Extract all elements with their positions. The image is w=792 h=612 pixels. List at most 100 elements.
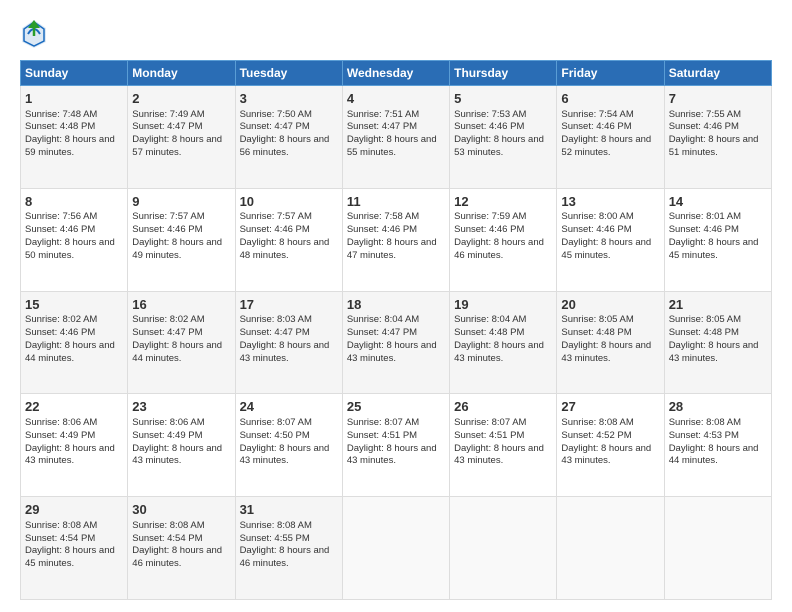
calendar-cell: 30Sunrise: 8:08 AMSunset: 4:54 PMDayligh… [128, 497, 235, 600]
sunrise-text: Sunrise: 7:57 AM [132, 211, 204, 222]
sunset-text: Sunset: 4:46 PM [240, 224, 310, 235]
sunset-text: Sunset: 4:52 PM [561, 430, 631, 441]
daylight-text: Daylight: 8 hours and 46 minutes. [454, 237, 544, 261]
sunset-text: Sunset: 4:46 PM [25, 224, 95, 235]
day-number: 10 [240, 193, 338, 211]
day-number: 5 [454, 90, 552, 108]
daylight-text: Daylight: 8 hours and 43 minutes. [561, 443, 651, 467]
day-number: 3 [240, 90, 338, 108]
daylight-text: Daylight: 8 hours and 43 minutes. [240, 340, 330, 364]
daylight-text: Daylight: 8 hours and 45 minutes. [669, 237, 759, 261]
sunset-text: Sunset: 4:46 PM [669, 121, 739, 132]
sunset-text: Sunset: 4:46 PM [454, 121, 524, 132]
daylight-text: Daylight: 8 hours and 55 minutes. [347, 134, 437, 158]
calendar-cell: 5Sunrise: 7:53 AMSunset: 4:46 PMDaylight… [450, 86, 557, 189]
sunset-text: Sunset: 4:48 PM [454, 327, 524, 338]
sunrise-text: Sunrise: 7:51 AM [347, 109, 419, 120]
calendar-table: SundayMondayTuesdayWednesdayThursdayFrid… [20, 60, 772, 600]
calendar-cell: 12Sunrise: 7:59 AMSunset: 4:46 PMDayligh… [450, 188, 557, 291]
day-number: 6 [561, 90, 659, 108]
sunset-text: Sunset: 4:47 PM [347, 121, 417, 132]
sunrise-text: Sunrise: 7:49 AM [132, 109, 204, 120]
calendar-cell: 14Sunrise: 8:01 AMSunset: 4:46 PMDayligh… [664, 188, 771, 291]
sunset-text: Sunset: 4:49 PM [132, 430, 202, 441]
daylight-text: Daylight: 8 hours and 52 minutes. [561, 134, 651, 158]
sunrise-text: Sunrise: 7:56 AM [25, 211, 97, 222]
sunrise-text: Sunrise: 7:55 AM [669, 109, 741, 120]
calendar-week-row: 8Sunrise: 7:56 AMSunset: 4:46 PMDaylight… [21, 188, 772, 291]
sunset-text: Sunset: 4:46 PM [347, 224, 417, 235]
sunset-text: Sunset: 4:49 PM [25, 430, 95, 441]
day-number: 26 [454, 398, 552, 416]
sunset-text: Sunset: 4:47 PM [132, 121, 202, 132]
day-number: 27 [561, 398, 659, 416]
calendar-cell: 6Sunrise: 7:54 AMSunset: 4:46 PM Daylight… [557, 86, 664, 189]
sunset-text: Sunset: 4:55 PM [240, 533, 310, 544]
calendar-cell [557, 497, 664, 600]
day-number: 31 [240, 501, 338, 519]
calendar-header-monday: Monday [128, 61, 235, 86]
sunset-text: Sunset: 4:47 PM [240, 121, 310, 132]
page: SundayMondayTuesdayWednesdayThursdayFrid… [0, 0, 792, 612]
calendar-cell [664, 497, 771, 600]
daylight-text: Daylight: 8 hours and 47 minutes. [347, 237, 437, 261]
calendar-cell: 23Sunrise: 8:06 AMSunset: 4:49 PMDayligh… [128, 394, 235, 497]
sunrise-text: Sunrise: 7:58 AM [347, 211, 419, 222]
sunset-text: Sunset: 4:47 PM [240, 327, 310, 338]
sunrise-text: Sunrise: 8:01 AM [669, 211, 741, 222]
day-number: 11 [347, 193, 445, 211]
sunset-text: Sunset: 4:46 PM [561, 121, 631, 132]
calendar-header-sunday: Sunday [21, 61, 128, 86]
daylight-text: Daylight: 8 hours and 48 minutes. [240, 237, 330, 261]
sunrise-text: Sunrise: 8:00 AM [561, 211, 633, 222]
daylight-text: Daylight: 8 hours and 45 minutes. [25, 545, 115, 569]
day-number: 23 [132, 398, 230, 416]
sunset-text: Sunset: 4:48 PM [561, 327, 631, 338]
daylight-text: Daylight: 8 hours and 45 minutes. [561, 237, 651, 261]
sunrise-text: Sunrise: 8:08 AM [561, 417, 633, 428]
calendar-cell: 19Sunrise: 8:04 AMSunset: 4:48 PMDayligh… [450, 291, 557, 394]
daylight-text: Daylight: 8 hours and 44 minutes. [25, 340, 115, 364]
sunset-text: Sunset: 4:51 PM [454, 430, 524, 441]
daylight-text: Daylight: 8 hours and 53 minutes. [454, 134, 544, 158]
daylight-text: Daylight: 8 hours and 43 minutes. [240, 443, 330, 467]
calendar-header-row: SundayMondayTuesdayWednesdayThursdayFrid… [21, 61, 772, 86]
calendar-cell: 25Sunrise: 8:07 AMSunset: 4:51 PMDayligh… [342, 394, 449, 497]
daylight-text: Daylight: 8 hours and 43 minutes. [561, 340, 651, 364]
sunset-text: Sunset: 4:48 PM [25, 121, 95, 132]
sunset-text: Sunset: 4:46 PM [561, 224, 631, 235]
day-number: 14 [669, 193, 767, 211]
calendar-header-friday: Friday [557, 61, 664, 86]
sunrise-text: Sunrise: 7:54 AM [561, 109, 633, 120]
calendar-cell: 2Sunrise: 7:49 AMSunset: 4:47 PMDaylight… [128, 86, 235, 189]
calendar-cell: 31Sunrise: 8:08 AMSunset: 4:55 PMDayligh… [235, 497, 342, 600]
logo-icon [20, 18, 48, 50]
day-number: 28 [669, 398, 767, 416]
daylight-text: Daylight: 8 hours and 49 minutes. [132, 237, 222, 261]
sunrise-text: Sunrise: 7:59 AM [454, 211, 526, 222]
sunrise-text: Sunrise: 8:02 AM [25, 314, 97, 325]
daylight-text: Daylight: 8 hours and 43 minutes. [454, 443, 544, 467]
calendar-week-row: 15Sunrise: 8:02 AMSunset: 4:46 PMDayligh… [21, 291, 772, 394]
calendar-cell: 7Sunrise: 7:55 AMSunset: 4:46 PMDaylight… [664, 86, 771, 189]
calendar-cell: 18Sunrise: 8:04 AMSunset: 4:47 PMDayligh… [342, 291, 449, 394]
calendar-cell: 9Sunrise: 7:57 AMSunset: 4:46 PMDaylight… [128, 188, 235, 291]
sunrise-text: Sunrise: 8:08 AM [240, 520, 312, 531]
calendar-cell: 17Sunrise: 8:03 AMSunset: 4:47 PMDayligh… [235, 291, 342, 394]
sunrise-text: Sunrise: 8:04 AM [347, 314, 419, 325]
sunrise-text: Sunrise: 8:02 AM [132, 314, 204, 325]
calendar-cell [342, 497, 449, 600]
calendar-cell: 11Sunrise: 7:58 AM Sunset: 4:46 PM Dayligh… [342, 188, 449, 291]
daylight-text: Daylight: 8 hours and 43 minutes. [132, 443, 222, 467]
sunrise-text: Sunrise: 7:57 AM [240, 211, 312, 222]
sunset-text: Sunset: 4:48 PM [669, 327, 739, 338]
calendar-header-saturday: Saturday [664, 61, 771, 86]
calendar-week-row: 22Sunrise: 8:06 AMSunset: 4:49 PMDayligh… [21, 394, 772, 497]
sunset-text: Sunset: 4:51 PM [347, 430, 417, 441]
sunrise-text: Sunrise: 8:05 AM [561, 314, 633, 325]
sunrise-text: Sunrise: 7:48 AM [25, 109, 97, 120]
calendar-cell: 15Sunrise: 8:02 AMSunset: 4:46 PMDayligh… [21, 291, 128, 394]
sunrise-text: Sunrise: 8:04 AM [454, 314, 526, 325]
daylight-text: Daylight: 8 hours and 57 minutes. [132, 134, 222, 158]
header [20, 18, 772, 50]
